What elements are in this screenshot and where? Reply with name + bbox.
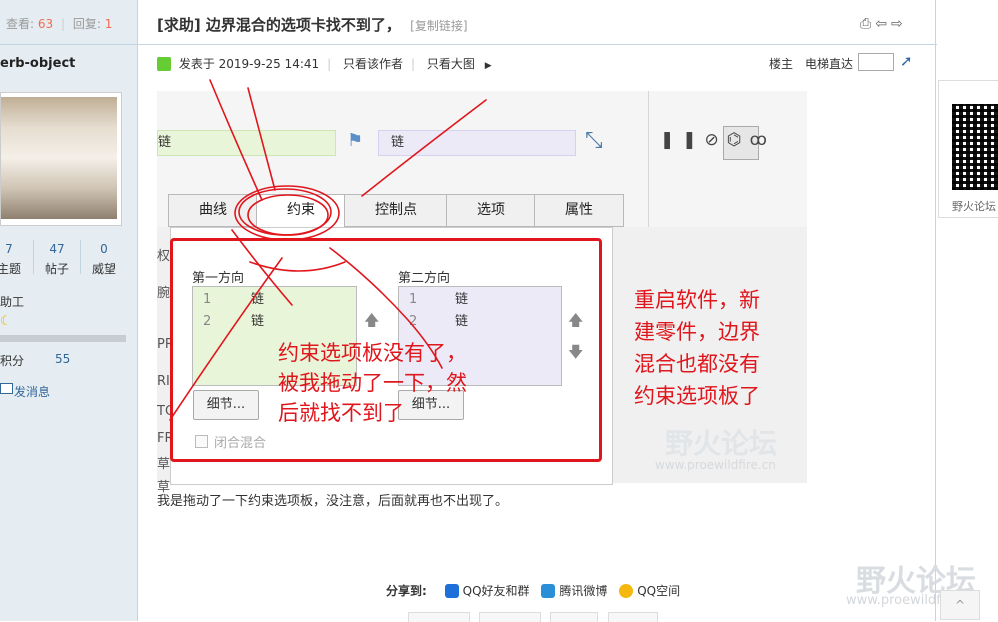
back-to-top-button[interactable]: ^ <box>940 590 980 620</box>
annotation-note-1: 约束选项板没有了，被我拖动了一下，然后就找不到了 <box>278 341 467 425</box>
annotation-scribbles <box>169 79 487 421</box>
post-body-text: 我是拖动了一下约束选项板，没注意，后面就再也不出现了。 <box>157 494 509 509</box>
weibo-icon[interactable] <box>541 584 556 598</box>
share-label: 分享到: <box>386 584 427 598</box>
share-qq[interactable]: QQ好友和群 <box>463 584 530 598</box>
qr-label: 野火论坛 <box>952 200 996 213</box>
qzone-icon[interactable] <box>619 584 634 598</box>
qr-code <box>952 104 998 190</box>
qq-icon[interactable] <box>444 584 459 598</box>
share-bar: 分享到: QQ好友和群 腾讯微博 QQ空间 <box>386 582 680 599</box>
share-qzone[interactable]: QQ空间 <box>637 584 680 598</box>
annotation-note-2: 重启软件，新建零件，边界混合也都没有约束选项板了 <box>634 288 760 408</box>
share-weibo[interactable]: 腾讯微博 <box>559 584 607 598</box>
